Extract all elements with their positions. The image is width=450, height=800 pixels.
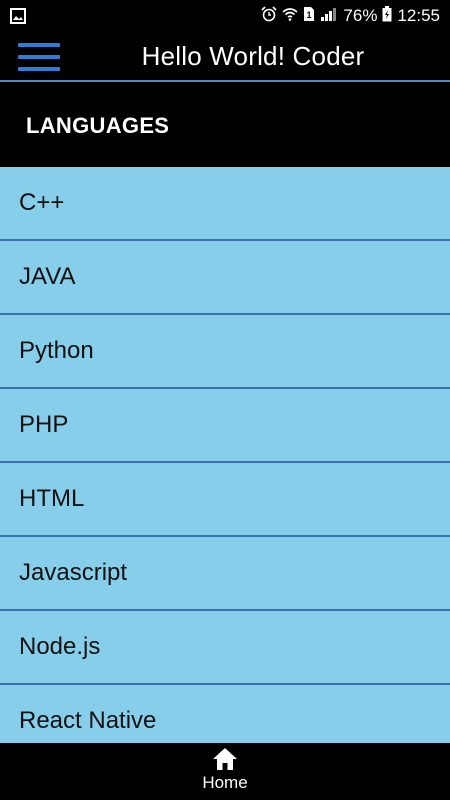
app-bar: Hello World! Coder [0,32,450,80]
list-item-cpp[interactable]: C++ [0,167,450,241]
bottom-navigation: Home [0,743,450,800]
image-notification-icon [10,8,26,29]
status-time: 12:55 [397,6,440,25]
status-icons: 1 76% 12:55 [261,0,440,32]
list-item-nodejs[interactable]: Node.js [0,611,450,685]
status-bar: 1 76% 12:55 [0,0,450,32]
battery-charging-icon [382,5,392,27]
languages-list: C++ JAVA Python PHP HTML Javascript Node… [0,167,450,743]
sim-card-icon: 1 [303,6,315,27]
list-item-react-native[interactable]: React Native [0,685,450,743]
list-item-html[interactable]: HTML [0,463,450,537]
battery-percent: 76% [343,6,378,25]
app-title: Hello World! Coder [141,40,365,71]
svg-text:1: 1 [307,10,312,20]
list-item-python[interactable]: Python [0,315,450,389]
list-item-java[interactable]: JAVA [0,241,450,315]
section-header: LANGUAGES [0,82,450,167]
list-item-php[interactable]: PHP [0,389,450,463]
list-item-javascript[interactable]: Javascript [0,537,450,611]
signal-icon [320,6,338,27]
home-nav-label: Home [202,773,248,792]
wifi-icon [282,6,298,27]
alarm-icon [261,5,277,27]
home-nav-button[interactable]: Home [175,746,275,798]
home-icon [213,748,237,770]
section-title: LANGUAGES [26,113,170,138]
